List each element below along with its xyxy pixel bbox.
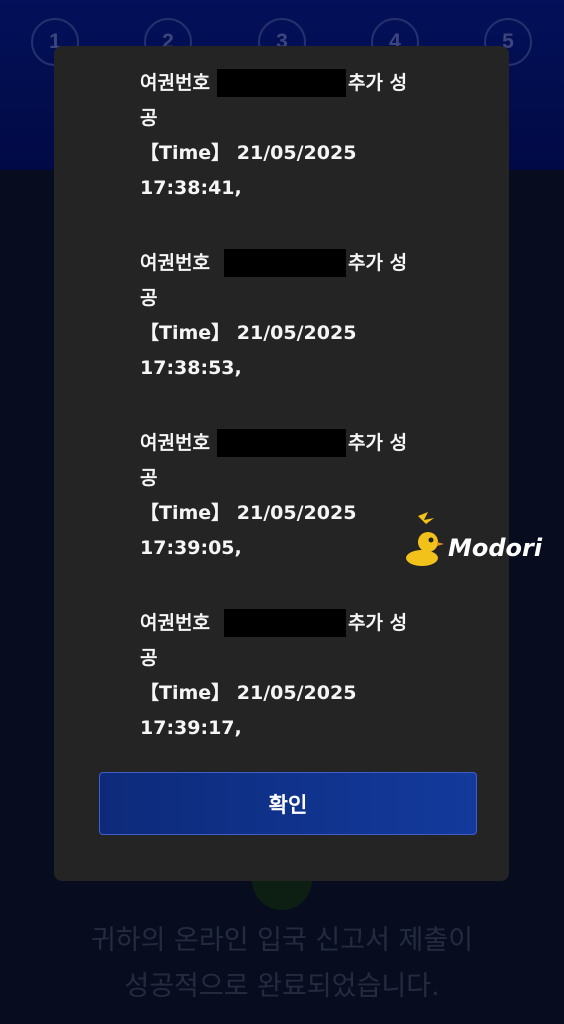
passport-label: 여권번호 [140,432,210,454]
passport-label: 여권번호 [140,612,210,634]
result-text: 추가 성 [348,432,408,454]
list-item: 여권번호 추가 성 공 【Time】 21/05/2025 17:39:05, [140,426,440,566]
passport-label: 여권번호 [140,252,210,274]
redacted-passport-number [224,249,346,277]
watermark: Modori [404,510,544,570]
result-text-cont: 공 [140,467,158,489]
time-value: 17:38:41, [140,177,242,199]
result-text-cont: 공 [140,287,158,309]
time-value: 17:39:05, [140,537,242,559]
time-value: 17:39:17, [140,717,242,739]
time-label: 【Time】 21/05/2025 [140,322,357,344]
time-label: 【Time】 21/05/2025 [140,142,357,164]
list-item: 여권번호 추가 성 공 【Time】 21/05/2025 17:38:41, [140,66,440,206]
duck-logo-icon [406,512,444,566]
result-text-cont: 공 [140,107,158,129]
redacted-passport-number [217,69,346,97]
result-text: 추가 성 [348,72,408,94]
entry-list: 여권번호 추가 성 공 【Time】 21/05/2025 17:38:41, … [140,66,440,786]
result-text: 추가 성 [348,252,408,274]
time-value: 17:38:53, [140,357,242,379]
list-item: 여권번호 추가 성 공 【Time】 21/05/2025 17:38:53, [140,246,440,386]
result-dialog: 여권번호 추가 성 공 【Time】 21/05/2025 17:38:41, … [54,46,509,881]
redacted-passport-number [217,429,346,457]
time-label: 【Time】 21/05/2025 [140,682,357,704]
result-text: 추가 성 [348,612,408,634]
time-label: 【Time】 21/05/2025 [140,502,357,524]
passport-label: 여권번호 [140,72,210,94]
result-text-cont: 공 [140,647,158,669]
redacted-passport-number [224,609,346,637]
confirm-button[interactable]: 확인 [99,772,477,835]
list-item: 여권번호 추가 성 공 【Time】 21/05/2025 17:39:17, [140,606,440,746]
watermark-text: Modori [448,534,543,562]
